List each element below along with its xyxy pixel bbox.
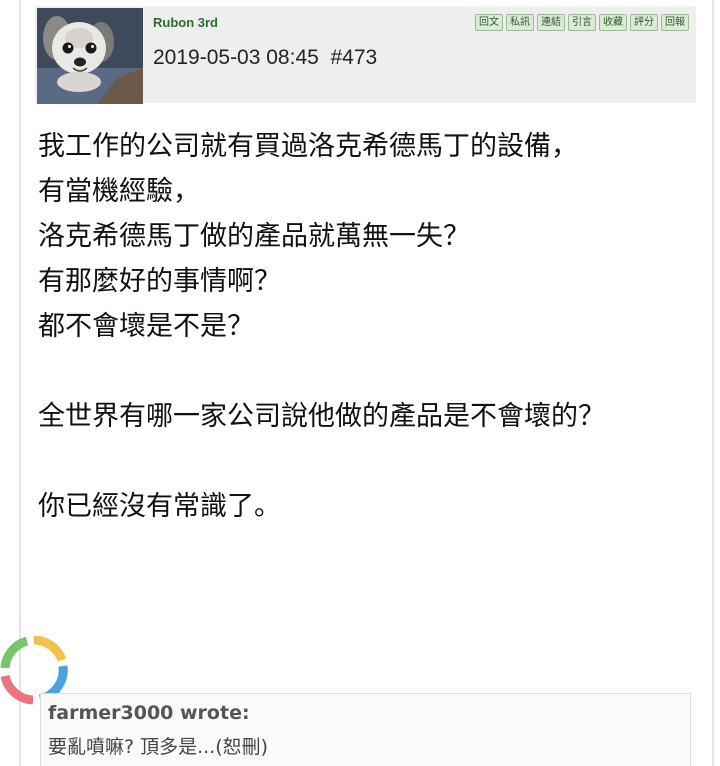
quote-button[interactable]: 引言 (568, 14, 596, 31)
post-number[interactable]: #473 (330, 46, 377, 69)
post-line: 有那麼好的事情啊？ (38, 266, 281, 297)
quote-block: farmer3000 wrote: 要亂噴嘛? 頂多是...(恕刪) (40, 693, 691, 766)
right-border (712, 0, 714, 766)
post-line: 洛克希德馬丁做的產品就萬無一失？ (38, 221, 470, 252)
post-body: 我工作的公司就有買過洛克希德馬丁的設備， 有當機經驗， 洛克希德馬丁做的產品就萬… (38, 124, 688, 529)
quote-author: farmer3000 wrote: (48, 702, 250, 724)
post-line: 我工作的公司就有買過洛克希德馬丁的設備， (38, 131, 578, 162)
report-button[interactable]: 回報 (661, 14, 689, 31)
post-line: 你已經沒有常識了。 (38, 491, 281, 522)
rate-button[interactable]: 評分 (630, 14, 658, 31)
post-header: Rubon 3rd 2019-05-03 08:45 #473 回文 私訊 連結… (35, 6, 696, 104)
post-line: 全世界有哪一家公司說他做的產品是不會壞的？ (38, 401, 605, 432)
private-message-button[interactable]: 私訊 (506, 14, 534, 31)
post-timestamp: 2019-05-03 08:45 (153, 46, 319, 69)
user-avatar[interactable] (37, 8, 143, 104)
forum-post-page: Rubon 3rd 2019-05-03 08:45 #473 回文 私訊 連結… (0, 0, 720, 766)
post-actions: 回文 私訊 連結 引言 收藏 評分 回報 (475, 14, 689, 31)
bookmark-button[interactable]: 收藏 (599, 14, 627, 31)
post-line: 都不會壞是不是？ (38, 311, 254, 342)
username-link[interactable]: Rubon 3rd (153, 15, 218, 30)
dog-avatar-icon (37, 8, 143, 104)
quote-text: 要亂噴嘛? 頂多是...(恕刪) (48, 736, 269, 758)
reply-button[interactable]: 回文 (475, 14, 503, 31)
post-line: 有當機經驗， (38, 176, 200, 207)
link-button[interactable]: 連結 (537, 14, 565, 31)
post-meta: 2019-05-03 08:45 #473 (153, 46, 377, 70)
